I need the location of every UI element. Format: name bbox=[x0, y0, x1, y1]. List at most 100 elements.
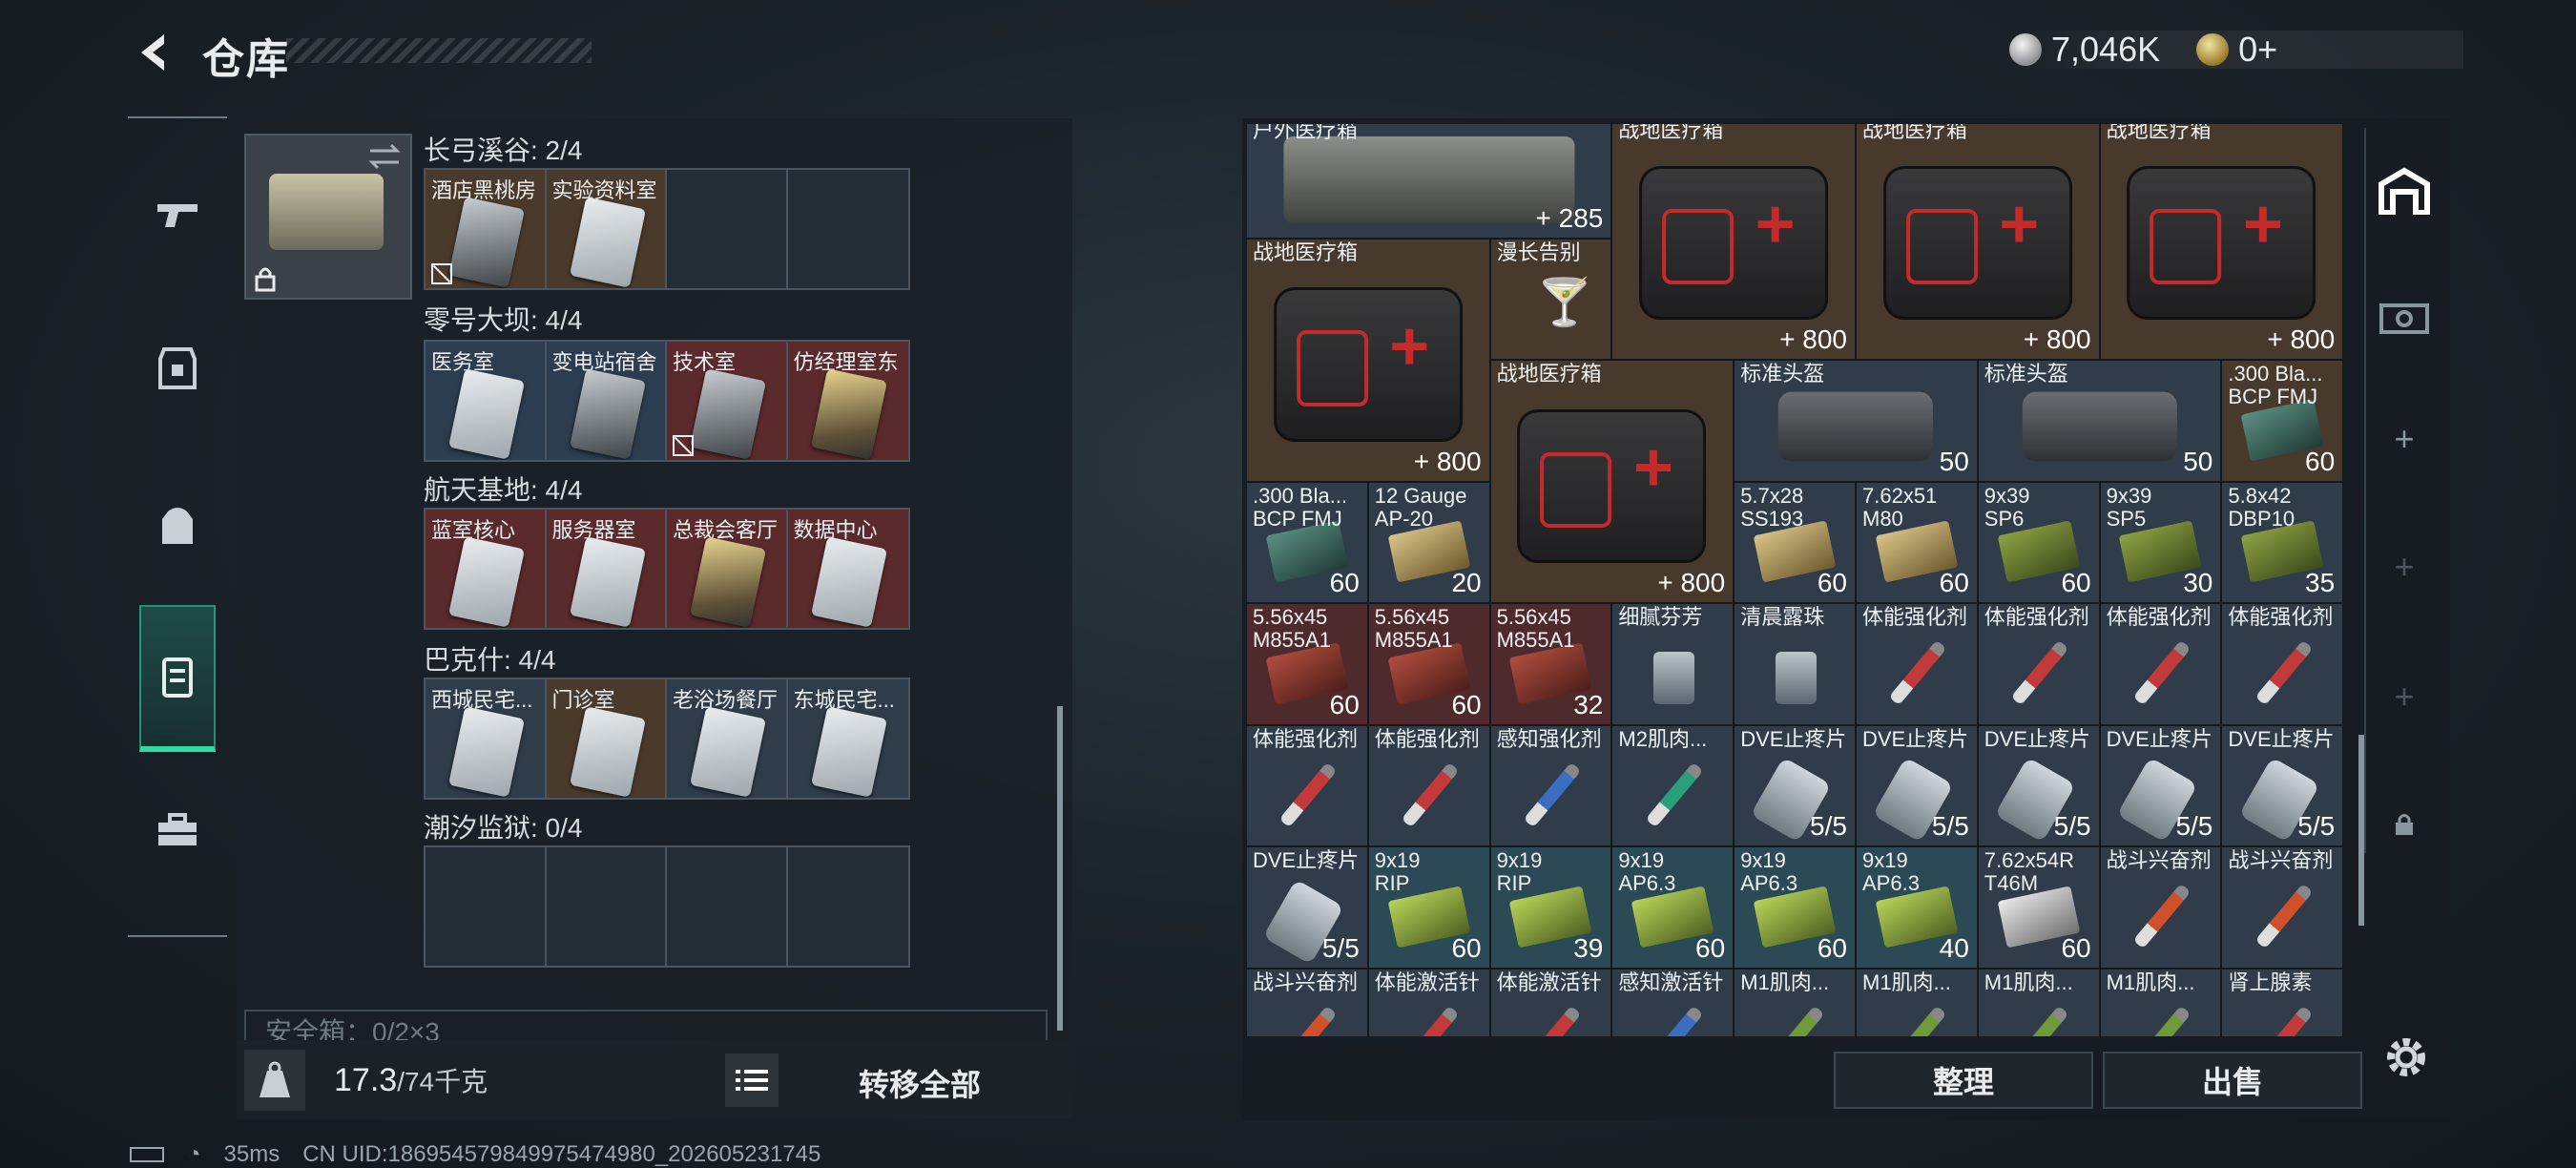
sell-button[interactable]: 出售 bbox=[2103, 1052, 2362, 1109]
inventory-item[interactable]: M1肌肉... bbox=[1977, 968, 2100, 1036]
inventory-item[interactable]: 9x39 SP5 30 bbox=[2099, 481, 2222, 603]
sort-button[interactable]: 整理 bbox=[1834, 1052, 2093, 1109]
key-slot[interactable]: 服务器室 bbox=[546, 510, 667, 628]
inventory-item[interactable]: 5.7x28 SS193 60 bbox=[1734, 481, 1856, 603]
inventory-item[interactable]: DVE止疼片 5/5 bbox=[1734, 724, 1856, 846]
inventory-item[interactable]: 9x19 AP6.3 40 bbox=[1856, 846, 1978, 969]
weight-bag-button[interactable] bbox=[244, 1050, 305, 1111]
key-slot[interactable]: 实验资料室 bbox=[546, 170, 667, 288]
warehouse-grid: 户外医疗箱 + 285 战地医疗箱 + 800 战地医疗箱 + 800 战地医疗箱 + 800… bbox=[1246, 124, 2343, 1036]
inventory-item[interactable]: 9x19 AP6.3 60 bbox=[1611, 846, 1735, 969]
inventory-item[interactable]: 户外医疗箱 + 285 bbox=[1246, 124, 1612, 239]
inventory-item[interactable]: M1肌肉... bbox=[2099, 968, 2222, 1036]
inventory-item[interactable]: 体能强化剂 bbox=[1246, 724, 1368, 846]
inventory-item[interactable]: 9x19 AP6.3 60 bbox=[1734, 846, 1856, 969]
key-slot[interactable]: 酒店黑桃房 bbox=[426, 170, 547, 288]
inventory-item[interactable]: .300 Bla... BCP FMJ 60 bbox=[1246, 481, 1368, 603]
key-slot-empty[interactable] bbox=[426, 847, 547, 966]
inventory-item[interactable]: 清晨露珠 bbox=[1734, 603, 1856, 725]
key-slot-empty[interactable] bbox=[787, 847, 908, 966]
inventory-item[interactable]: 标准头盔 50 bbox=[1977, 360, 2222, 482]
inventory-item[interactable]: 肾上腺素 bbox=[2221, 968, 2343, 1036]
key-slot-empty[interactable] bbox=[546, 847, 667, 966]
key-slot[interactable]: 数据中心 bbox=[787, 510, 908, 628]
gear-icon[interactable] bbox=[2379, 1031, 2433, 1084]
keycard-image bbox=[447, 368, 526, 460]
nav-keys[interactable] bbox=[139, 605, 216, 752]
inventory-item[interactable]: 感知强化剂 bbox=[1489, 724, 1612, 846]
inventory-item[interactable]: 9x19 RIP 39 bbox=[1489, 846, 1612, 969]
inventory-item[interactable]: DVE止疼片 5/5 bbox=[1246, 846, 1368, 969]
syringe-image bbox=[1766, 1005, 1825, 1036]
inventory-item[interactable]: 战斗兴奋剂 bbox=[2221, 846, 2343, 969]
inventory-item[interactable]: 体能激活针 bbox=[1367, 968, 1490, 1036]
inventory-item[interactable]: 9x39 SP6 60 bbox=[1977, 481, 2100, 603]
inventory-item[interactable]: DVE止疼片 5/5 bbox=[1856, 724, 1978, 846]
inventory-item[interactable]: 5.56x45 M855A1 60 bbox=[1246, 603, 1368, 725]
key-slot-empty[interactable] bbox=[667, 847, 788, 966]
inventory-item[interactable]: DVE止疼片 5/5 bbox=[2099, 724, 2222, 846]
inventory-item[interactable]: 战地医疗箱 + 800 bbox=[1611, 124, 1856, 360]
inventory-item[interactable]: 战地医疗箱 + 800 bbox=[1246, 238, 1490, 482]
inventory-item[interactable]: .300 Bla... BCP FMJ 60 bbox=[2221, 360, 2343, 482]
tab-add-2[interactable]: + bbox=[2376, 538, 2433, 595]
inventory-item[interactable]: M1肌肉... bbox=[1734, 968, 1856, 1036]
key-slot[interactable]: 西城民宅... bbox=[426, 679, 547, 798]
inventory-item[interactable]: 体能激活针 bbox=[1489, 968, 1612, 1036]
nav-toolbox[interactable] bbox=[139, 792, 216, 868]
inventory-item[interactable]: DVE止疼片 5/5 bbox=[2221, 724, 2343, 846]
transfer-all-button[interactable]: 转移全部 bbox=[859, 1061, 981, 1105]
inventory-item[interactable]: 体能强化剂 bbox=[1856, 603, 1978, 725]
left-scrollbar[interactable] bbox=[1057, 706, 1063, 1031]
nav-armor[interactable] bbox=[139, 330, 216, 407]
key-slot[interactable]: 总裁会客厅 bbox=[667, 510, 788, 628]
inventory-item[interactable]: DVE止疼片 5/5 bbox=[1977, 724, 2100, 846]
inventory-item[interactable]: 战斗兴奋剂 bbox=[2099, 846, 2222, 969]
inventory-item[interactable]: 细腻芬芳 bbox=[1611, 603, 1735, 725]
key-slot[interactable]: 蓝室核心 bbox=[426, 510, 547, 628]
gold-amount[interactable]: 0+ bbox=[2238, 30, 2277, 70]
list-view-button[interactable] bbox=[725, 1053, 779, 1107]
inventory-item[interactable]: 战地医疗箱 + 800 bbox=[1856, 124, 2100, 360]
inventory-item[interactable]: 7.62x51 M80 60 bbox=[1856, 481, 1978, 603]
inventory-item[interactable]: 9x19 RIP 60 bbox=[1367, 846, 1490, 969]
nav-backpack[interactable] bbox=[139, 487, 216, 563]
tab-locked[interactable] bbox=[2376, 796, 2433, 853]
inventory-item[interactable]: 7.62x54R T46M 60 bbox=[1977, 846, 2100, 969]
inventory-item[interactable]: 🍸 漫长告别 bbox=[1489, 238, 1612, 360]
helmet-image bbox=[2022, 391, 2177, 462]
inventory-item[interactable]: 战地医疗箱 + 800 bbox=[2099, 124, 2343, 360]
keycard-case-thumbnail[interactable] bbox=[244, 134, 412, 300]
inventory-item[interactable]: 5.56x45 M855A1 60 bbox=[1367, 603, 1490, 725]
key-slot-empty[interactable] bbox=[787, 170, 908, 288]
tab-add-1[interactable]: + bbox=[2376, 410, 2433, 468]
inventory-item[interactable]: 体能强化剂 bbox=[2099, 603, 2222, 725]
key-slot[interactable]: 医务室 bbox=[426, 342, 547, 460]
inventory-item[interactable]: 战地医疗箱 + 800 bbox=[1489, 360, 1735, 603]
nav-weapon[interactable] bbox=[139, 176, 216, 252]
back-arrow-icon[interactable] bbox=[130, 29, 177, 76]
inventory-item[interactable]: 5.8x42 DBP10 35 bbox=[2221, 481, 2343, 603]
inventory-item[interactable]: M2肌肉... bbox=[1611, 724, 1735, 846]
swap-icon[interactable] bbox=[368, 143, 401, 170]
inventory-item[interactable]: 感知激活针 bbox=[1611, 968, 1735, 1036]
inventory-item[interactable]: 12 Gauge AP-20 20 bbox=[1367, 481, 1490, 603]
key-slot[interactable]: 门诊室 bbox=[546, 679, 667, 798]
inventory-item[interactable]: 体能强化剂 bbox=[2221, 603, 2343, 725]
inventory-item[interactable]: 体能强化剂 bbox=[1977, 603, 2100, 725]
key-slot[interactable]: 变电站宿舍 bbox=[546, 342, 667, 460]
inventory-item[interactable]: M1肌肉... bbox=[1856, 968, 1978, 1036]
key-slot[interactable]: 东城民宅... bbox=[787, 679, 908, 798]
inventory-item[interactable]: 5.56x45 M855A1 32 bbox=[1489, 603, 1612, 725]
tab-warehouse-main[interactable] bbox=[2376, 162, 2433, 219]
inventory-item[interactable]: 标准头盔 50 bbox=[1734, 360, 1978, 482]
key-slot[interactable]: 仿经理室东 bbox=[787, 342, 908, 460]
tab-add-3[interactable]: + bbox=[2376, 668, 2433, 725]
key-slot[interactable]: 老浴场餐厅 bbox=[667, 679, 788, 798]
tab-warehouse-2[interactable] bbox=[2376, 286, 2433, 344]
inventory-item[interactable]: 体能强化剂 bbox=[1367, 724, 1490, 846]
right-scrollbar[interactable] bbox=[2358, 735, 2364, 926]
inventory-item[interactable]: 战斗兴奋剂 bbox=[1246, 968, 1368, 1036]
key-slot-empty[interactable] bbox=[667, 170, 788, 288]
key-slot[interactable]: 技术室 bbox=[667, 342, 788, 460]
